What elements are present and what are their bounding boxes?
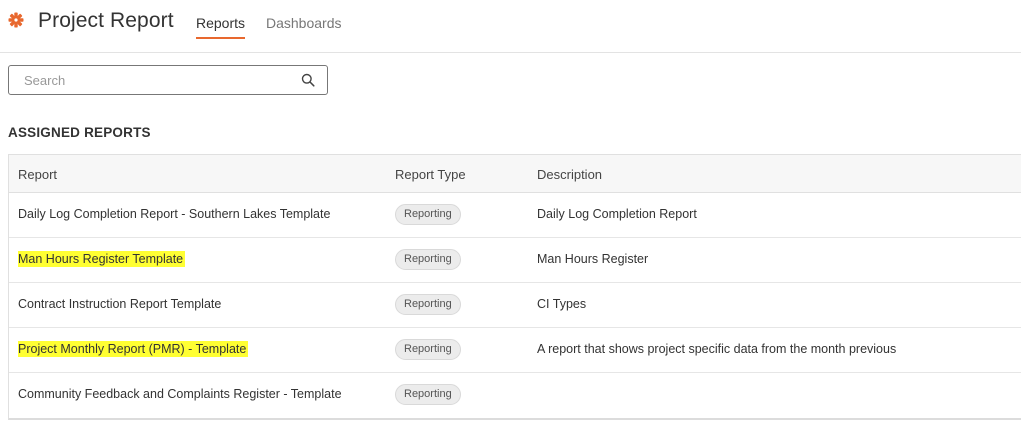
report-description: Man Hours Register [537,252,649,266]
highlighted-text: Man Hours Register Template [18,251,186,267]
table-row[interactable]: Community Feedback and Complaints Regist… [9,373,1021,418]
column-header-report-type[interactable]: Report Type [395,167,466,182]
report-description: A report that shows project specific dat… [537,342,897,356]
column-header-description[interactable]: Description [537,167,602,182]
table-row[interactable]: Daily Log Completion Report - Southern L… [9,193,1021,238]
table-row[interactable]: Man Hours Register Template Reporting Ma… [9,238,1021,283]
report-description: CI Types [537,297,587,311]
gear-logo-icon [8,12,24,28]
tab-dashboards-label: Dashboards [266,15,342,31]
highlighted-text: Project Monthly Report (PMR) - Template [18,341,249,357]
search-input[interactable] [9,66,299,94]
report-name-link[interactable]: Daily Log Completion Report - Southern L… [18,207,330,221]
report-name-link[interactable]: Contract Instruction Report Template [18,297,221,311]
table-row[interactable]: Project Monthly Report (PMR) - Template … [9,328,1021,373]
search-icon[interactable] [301,73,315,87]
report-name-link[interactable]: Project Monthly Report (PMR) - Template [18,341,249,357]
report-type-badge: Reporting [395,294,461,315]
report-type-badge: Reporting [395,384,461,405]
active-tab-indicator [196,37,246,39]
report-name-link[interactable]: Community Feedback and Complaints Regist… [18,387,342,401]
report-type-badge: Reporting [395,339,461,360]
reports-table: Report Report Type Description Daily Log… [8,154,1021,420]
report-description: Daily Log Completion Report [537,207,697,221]
page-title: Project Report [38,9,174,32]
table-header: Report Report Type Description [9,155,1021,193]
tab-reports-label: Reports [196,15,246,31]
report-type-badge: Reporting [395,204,461,225]
app-header: Project Report Reports Dashboards [0,0,1021,53]
table-row[interactable]: Contract Instruction Report Template Rep… [9,283,1021,328]
column-header-report[interactable]: Report [18,167,57,182]
tab-reports[interactable]: Reports [196,15,246,39]
section-heading: ASSIGNED REPORTS [8,125,151,140]
search-box[interactable] [8,65,328,95]
report-type-badge: Reporting [395,249,461,270]
tab-dashboards[interactable]: Dashboards [266,15,342,31]
report-name-link[interactable]: Man Hours Register Template [18,251,186,267]
